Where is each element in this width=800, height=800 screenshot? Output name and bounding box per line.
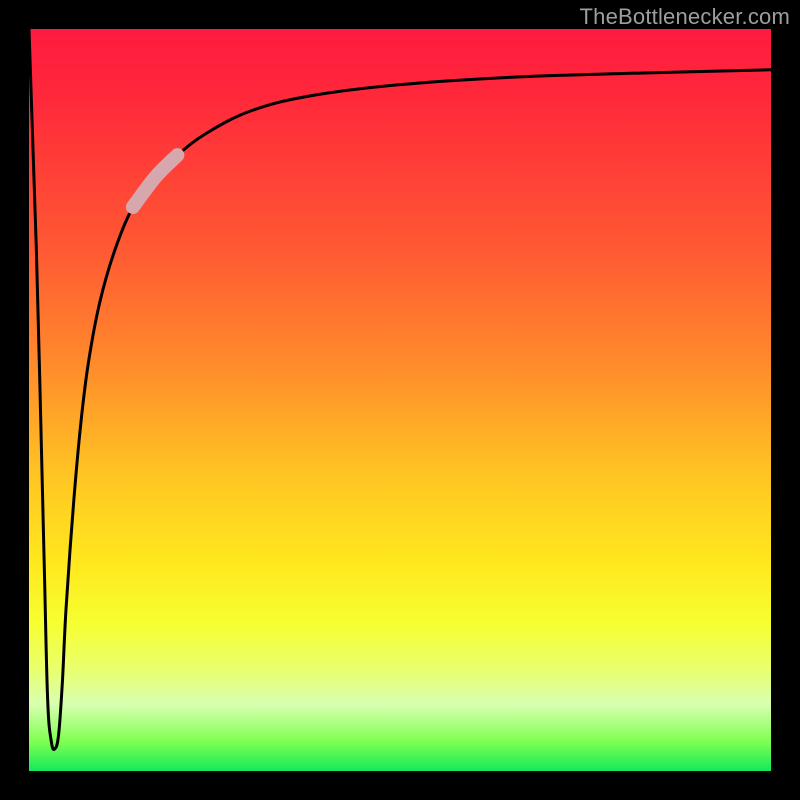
curve-svg bbox=[29, 29, 771, 771]
plot-area bbox=[29, 29, 771, 771]
chart-stage: TheBottlenecker.com bbox=[0, 0, 800, 800]
bottleneck-curve bbox=[29, 29, 771, 749]
highlight-segment bbox=[133, 155, 178, 207]
watermark-text: TheBottlenecker.com bbox=[580, 4, 790, 30]
